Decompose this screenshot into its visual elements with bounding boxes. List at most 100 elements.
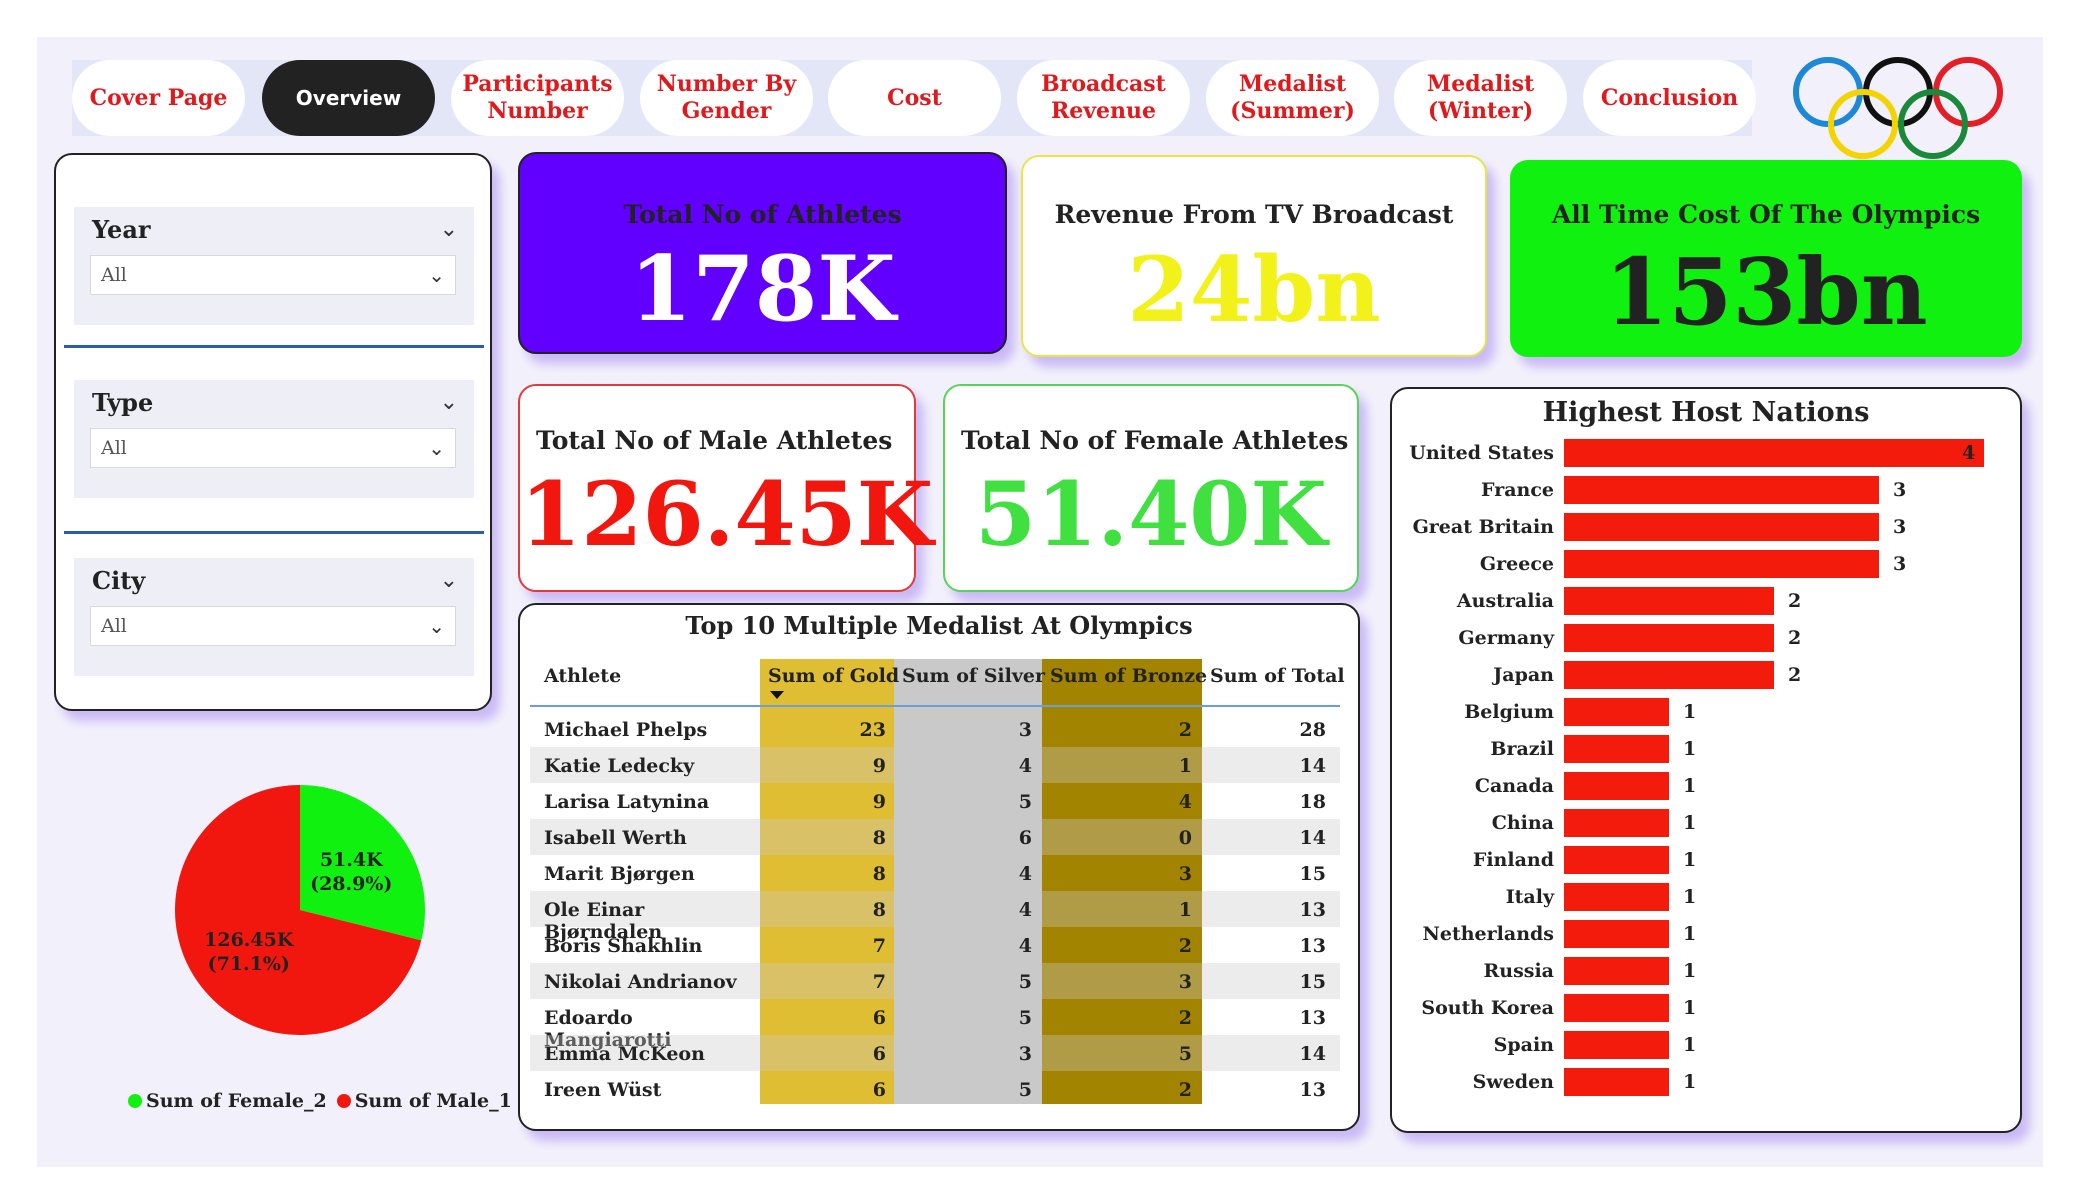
kpi-female-athletes: Total No of Female Athletes 51.40K xyxy=(943,384,1359,592)
bar[interactable] xyxy=(1564,1068,1669,1096)
slicer-city: City ⌄ All ⌄ xyxy=(74,558,474,676)
bar[interactable] xyxy=(1564,883,1669,911)
table-row[interactable]: Marit Bjørgen 8 4 3 15 xyxy=(530,855,1340,891)
table-cell: Emma McKeon xyxy=(544,1043,705,1065)
kpi-title: Revenue From TV Broadcast xyxy=(1054,200,1454,229)
table-row[interactable]: Boris Shakhlin 7 4 2 13 xyxy=(530,927,1340,963)
category-label: Belgium xyxy=(1464,701,1554,723)
header-gold[interactable]: Sum of Gold xyxy=(768,665,899,687)
data-label: 1 xyxy=(1683,775,1697,797)
data-label: 1 xyxy=(1683,812,1697,834)
table-row[interactable]: Nikolai Andrianov 7 5 3 15 xyxy=(530,963,1340,999)
table-cell: 6 xyxy=(872,1007,886,1029)
table-cell: 4 xyxy=(1018,935,1032,957)
bar[interactable] xyxy=(1564,957,1669,985)
table-cell: 8 xyxy=(872,899,886,921)
table-cell: 4 xyxy=(1018,755,1032,777)
chevron-down-icon: ⌄ xyxy=(428,436,445,460)
chevron-down-icon[interactable]: ⌄ xyxy=(440,390,458,415)
table-cell: 5 xyxy=(1018,971,1032,993)
table-cell: 2 xyxy=(1178,719,1192,741)
slicer-type: Type ⌄ All ⌄ xyxy=(74,380,474,498)
bar[interactable] xyxy=(1564,772,1669,800)
bar[interactable] xyxy=(1564,698,1669,726)
pie-data-label: (28.9%) xyxy=(310,873,392,895)
category-label: Greece xyxy=(1479,553,1554,575)
nav-button[interactable]: Number By Gender xyxy=(640,60,813,136)
divider xyxy=(64,531,484,534)
data-label: 4 xyxy=(1962,442,1976,464)
bar[interactable] xyxy=(1564,846,1669,874)
category-label: France xyxy=(1481,479,1554,501)
bar[interactable] xyxy=(1564,735,1669,763)
category-label: Russia xyxy=(1483,960,1554,982)
header-bronze[interactable]: Sum of Bronze xyxy=(1050,665,1207,687)
nav-button[interactable]: Conclusion xyxy=(1583,60,1756,136)
chevron-down-icon[interactable]: ⌄ xyxy=(440,568,458,593)
header-total[interactable]: Sum of Total xyxy=(1210,665,1345,687)
city-dropdown[interactable]: All ⌄ xyxy=(90,606,456,646)
table-row[interactable]: Michael Phelps 23 3 2 28 xyxy=(530,711,1340,747)
header-silver[interactable]: Sum of Silver xyxy=(902,665,1045,687)
data-label: 1 xyxy=(1683,960,1697,982)
table-cell: 14 xyxy=(1299,1043,1326,1065)
category-label: Finland xyxy=(1472,849,1554,871)
nav-button[interactable]: Cost xyxy=(828,60,1001,136)
chevron-down-icon[interactable]: ⌄ xyxy=(440,217,458,242)
bar[interactable] xyxy=(1564,513,1879,541)
table-cell: 5 xyxy=(1018,1079,1032,1101)
legend-dot xyxy=(128,1094,142,1108)
data-label: 2 xyxy=(1788,664,1802,686)
type-dropdown[interactable]: All ⌄ xyxy=(90,428,456,468)
bar[interactable] xyxy=(1564,920,1669,948)
bar[interactable] xyxy=(1564,1031,1669,1059)
legend-label[interactable]: Sum of Female_2 xyxy=(146,1090,327,1112)
bar[interactable] xyxy=(1564,476,1879,504)
table-row[interactable]: Emma McKeon 6 3 5 14 xyxy=(530,1035,1340,1071)
bar[interactable] xyxy=(1564,587,1774,615)
nav-button[interactable]: Medalist (Winter) xyxy=(1394,60,1567,136)
city-value: All xyxy=(101,615,127,637)
bar[interactable] xyxy=(1564,624,1774,652)
bar[interactable] xyxy=(1564,809,1669,837)
medalist-table: Top 10 Multiple Medalist At Olympics Ath… xyxy=(518,603,1360,1131)
table-cell: 5 xyxy=(1018,791,1032,813)
table-row[interactable]: Katie Ledecky 9 4 1 14 xyxy=(530,747,1340,783)
nav-button[interactable]: Broadcast Revenue xyxy=(1017,60,1190,136)
table-cell: 3 xyxy=(1178,863,1192,885)
bar[interactable] xyxy=(1564,439,1984,467)
table-cell: 9 xyxy=(872,791,886,813)
bar[interactable] xyxy=(1564,550,1879,578)
category-label: Canada xyxy=(1474,775,1554,797)
header-athlete[interactable]: Athlete xyxy=(544,665,621,687)
table-row[interactable]: Ole Einar Bjørndalen 8 4 1 13 xyxy=(530,891,1340,943)
pie-legend: Sum of Female_2 Sum of Male_1 xyxy=(128,1090,522,1112)
table-cell: 3 xyxy=(1018,719,1032,741)
nav-button[interactable]: Participants Number xyxy=(451,60,624,136)
data-label: 1 xyxy=(1683,849,1697,871)
pie-data-label: 126.45K xyxy=(204,929,295,951)
type-value: All xyxy=(101,437,127,459)
table-row[interactable]: Ireen Wüst 6 5 2 13 xyxy=(530,1071,1340,1107)
table-cell: Michael Phelps xyxy=(544,719,708,741)
legend-dot xyxy=(336,1094,351,1108)
legend-label[interactable]: Sum of Male_1 xyxy=(355,1090,512,1112)
data-label: 1 xyxy=(1683,923,1697,945)
kpi-title: Total No of Athletes xyxy=(623,200,902,229)
bar[interactable] xyxy=(1564,994,1669,1022)
nav-button[interactable]: Cover Page xyxy=(72,60,245,136)
nav-button[interactable]: Overview xyxy=(262,60,435,136)
category-label: China xyxy=(1491,812,1554,834)
table-row[interactable]: Isabell Werth 8 6 0 14 xyxy=(530,819,1340,855)
bar[interactable] xyxy=(1564,661,1774,689)
table-row[interactable]: Edoardo Mangiarotti 6 5 2 13 xyxy=(530,999,1340,1051)
nav-button[interactable]: Medalist (Summer) xyxy=(1206,60,1379,136)
table-row[interactable]: Larisa Latynina 9 5 4 18 xyxy=(530,783,1340,819)
gender-pie-chart: 51.4K(28.9%) 126.45K(71.1%) xyxy=(175,785,425,1035)
table-cell: 2 xyxy=(1178,1007,1192,1029)
data-label: 3 xyxy=(1893,553,1907,575)
pie-data-label: (71.1%) xyxy=(208,953,290,975)
year-dropdown[interactable]: All ⌄ xyxy=(90,255,456,295)
kpi-olympics-cost: All Time Cost Of The Olympics 153bn xyxy=(1510,160,2022,357)
table-cell: 18 xyxy=(1299,791,1326,813)
